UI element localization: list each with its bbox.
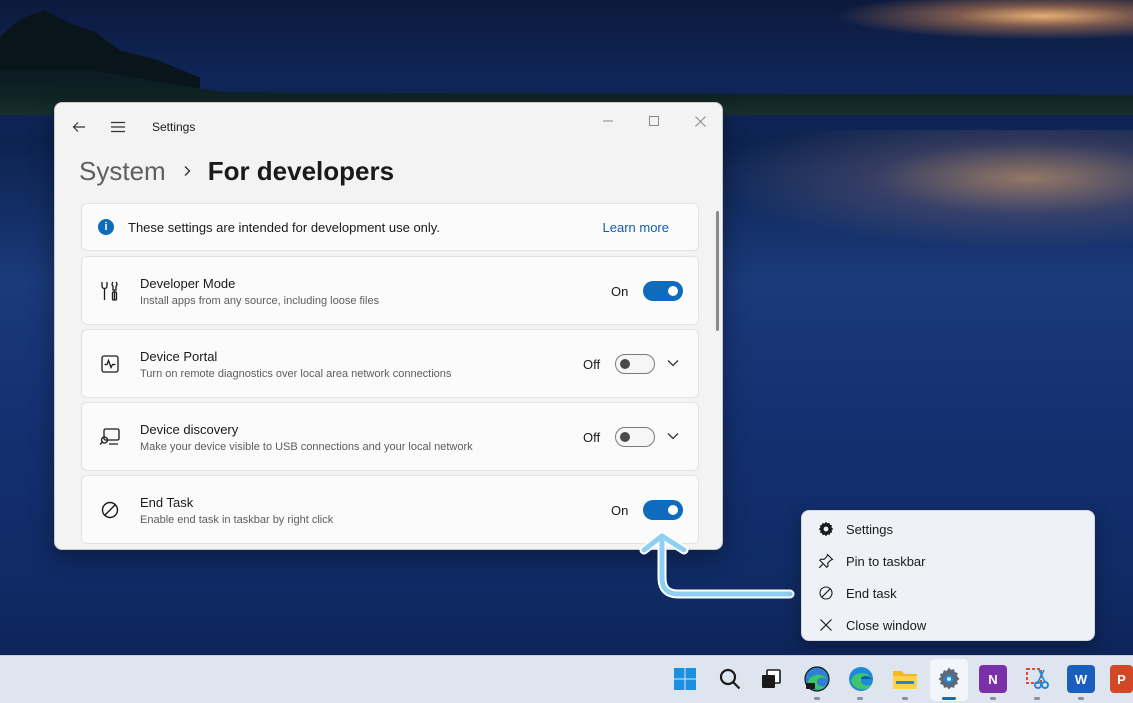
menu-item-label: Close window [846, 617, 927, 633]
device-discovery-toggle[interactable] [615, 427, 655, 447]
toggle-state-label: Off [583, 430, 601, 445]
minimize-button[interactable] [585, 107, 631, 135]
menu-item-end-task[interactable]: End task [802, 577, 1094, 609]
active-indicator [942, 697, 956, 700]
navigation-menu-button[interactable] [106, 115, 130, 139]
chevron-down-icon[interactable] [666, 356, 680, 370]
snipping-tool-icon [1026, 668, 1049, 689]
water-reflection [713, 130, 1133, 250]
taskbar: N W P [0, 655, 1133, 703]
start-button[interactable] [671, 665, 699, 693]
device-search-icon [98, 425, 122, 449]
search-icon [719, 668, 741, 690]
end-task-toggle[interactable] [643, 500, 683, 520]
page-title: For developers [207, 155, 395, 186]
window-title: Settings [152, 120, 196, 134]
title-bar: Settings [55, 103, 722, 151]
setting-title: Device Portal [140, 349, 218, 364]
menu-item-close-window[interactable]: Close window [802, 609, 1094, 641]
taskbar-app-onenote[interactable]: N [979, 665, 1007, 693]
end-task-icon [818, 585, 834, 601]
edge-beta-icon [804, 666, 830, 692]
setting-device-discovery[interactable]: Device discovery Make your device visibl… [81, 402, 699, 471]
menu-item-label: Pin to taskbar [846, 553, 926, 569]
hamburger-icon [111, 121, 125, 133]
scrollbar[interactable] [716, 211, 719, 331]
toggle-state-label: On [611, 284, 629, 299]
back-arrow-icon [72, 122, 85, 132]
taskbar-context-menu: Settings Pin to taskbar End task Close w… [801, 510, 1095, 641]
menu-item-pin-to-taskbar[interactable]: Pin to taskbar [802, 545, 1094, 577]
setting-device-portal[interactable]: Device Portal Turn on remote diagnostics… [81, 329, 699, 398]
learn-more-link[interactable]: Learn more [603, 220, 669, 235]
windows-logo-icon [674, 668, 696, 690]
taskbar-app-file-explorer[interactable] [891, 665, 919, 693]
taskbar-app-settings[interactable] [935, 665, 963, 693]
close-icon [818, 617, 834, 633]
toggle-state-label: Off [583, 357, 601, 372]
taskbar-app-snipping-tool[interactable] [1023, 665, 1051, 693]
developer-tools-icon [98, 279, 122, 303]
menu-item-label: End task [846, 585, 897, 601]
developer-mode-toggle[interactable] [643, 281, 683, 301]
setting-title: Device discovery [140, 422, 239, 437]
maximize-icon [649, 116, 659, 126]
minimize-icon [603, 120, 613, 122]
pulse-icon [98, 352, 122, 376]
gear-icon [938, 667, 960, 690]
device-portal-toggle[interactable] [615, 354, 655, 374]
onenote-icon: N [988, 671, 998, 687]
info-bar: i These settings are intended for develo… [81, 203, 699, 251]
settings-window: Settings System For developers i These s… [54, 102, 723, 550]
menu-item-label: Settings [846, 521, 893, 537]
task-view-button[interactable] [757, 665, 785, 693]
running-indicator [990, 697, 996, 700]
close-button[interactable] [677, 107, 722, 135]
menu-item-settings[interactable]: Settings [802, 513, 1094, 545]
search-button[interactable] [716, 665, 744, 693]
gear-icon [818, 521, 834, 537]
breadcrumb: System For developers [79, 151, 394, 191]
chevron-down-icon[interactable] [666, 429, 680, 443]
folder-icon [893, 671, 917, 689]
toggle-state-label: On [611, 503, 629, 518]
pin-icon [818, 553, 834, 569]
running-indicator [857, 697, 863, 700]
close-icon [694, 115, 706, 127]
taskbar-app-edge-beta[interactable] [803, 665, 831, 693]
setting-title: Developer Mode [140, 276, 236, 291]
taskbar-app-edge[interactable] [847, 665, 875, 693]
setting-end-task: End Task Enable end task in taskbar by r… [81, 475, 699, 544]
setting-developer-mode: Developer Mode Install apps from any sou… [81, 256, 699, 325]
info-icon: i [98, 219, 114, 235]
taskbar-app-powerpoint[interactable]: P [1110, 665, 1133, 693]
info-text: These settings are intended for developm… [128, 219, 440, 235]
setting-description: Turn on remote diagnostics over local ar… [140, 368, 452, 380]
end-task-icon [98, 498, 122, 522]
edge-icon [849, 667, 873, 691]
task-view-icon [762, 669, 781, 688]
running-indicator [1034, 697, 1040, 700]
back-button[interactable] [67, 115, 91, 139]
setting-description: Install apps from any source, including … [140, 295, 380, 307]
running-indicator [902, 697, 908, 700]
maximize-button[interactable] [631, 107, 677, 135]
powerpoint-icon: P [1117, 671, 1126, 687]
word-icon: W [1074, 671, 1088, 687]
setting-title: End Task [140, 495, 194, 510]
running-indicator [1078, 697, 1084, 700]
breadcrumb-system-link[interactable]: System [79, 156, 166, 187]
setting-description: Enable end task in taskbar by right clic… [140, 514, 334, 526]
chevron-right-icon [182, 165, 192, 177]
setting-description: Make your device visible to USB connecti… [140, 441, 473, 453]
annotation-arrow [639, 531, 795, 599]
sky-glow [833, 0, 1133, 40]
taskbar-app-word[interactable]: W [1067, 665, 1095, 693]
running-indicator [814, 697, 820, 700]
